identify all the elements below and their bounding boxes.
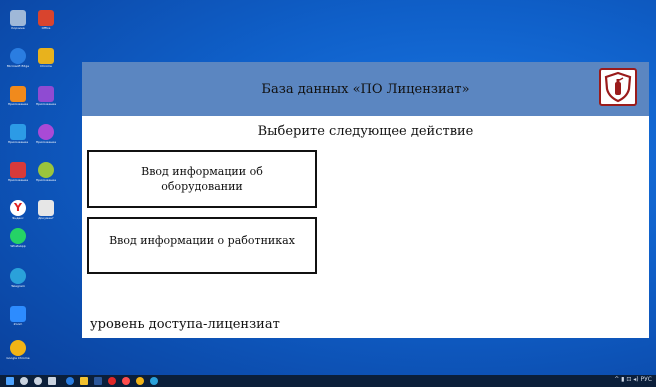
enter-employees-label: Ввод информации о работниках — [109, 234, 295, 247]
enter-equipment-label: Ввод информации об оборудовании — [141, 165, 263, 193]
zoom-icon[interactable]: Zoom — [6, 306, 30, 326]
recycle-bin-icon[interactable]: Корзина — [6, 10, 30, 30]
app-lime-icon[interactable]: Приложение — [34, 162, 58, 182]
word-icon[interactable] — [94, 377, 102, 385]
license-db-window: База данных «ПО Лицензиат» Выберите след… — [82, 62, 649, 338]
opera-icon[interactable] — [108, 377, 116, 385]
app-header: База данных «ПО Лицензиат» — [82, 62, 649, 116]
yandex-taskbar-icon[interactable] — [122, 377, 130, 385]
chrome-taskbar-icon[interactable] — [136, 377, 144, 385]
yandex-icon[interactable]: Y Яндекс — [6, 200, 30, 220]
whatsapp-icon[interactable]: WhatsApp — [6, 228, 30, 248]
telegram-taskbar-icon[interactable] — [150, 377, 158, 385]
cortana-icon[interactable] — [34, 377, 42, 385]
app-purple-icon[interactable]: Приложение — [34, 86, 58, 106]
doc-icon[interactable]: Документ — [34, 200, 58, 220]
access-level-text: уровень доступа-лицензиат — [90, 317, 280, 332]
app-red-icon[interactable]: Приложение — [6, 162, 30, 182]
edge-taskbar-icon[interactable] — [66, 377, 74, 385]
enter-equipment-button[interactable]: Ввод информации об оборудовании — [87, 150, 317, 208]
app-title: База данных «ПО Лицензиат» — [261, 82, 470, 97]
enter-employees-button[interactable]: Ввод информации о работниках — [87, 217, 317, 274]
edge-icon[interactable]: Microsoft Edge — [6, 48, 30, 68]
start-icon[interactable] — [6, 377, 14, 385]
chrome-doc-icon[interactable]: Chrome — [34, 48, 58, 68]
app-orange-icon[interactable]: Приложение — [6, 86, 30, 106]
search-icon[interactable] — [20, 377, 28, 385]
taskbar: ^ ▮ ⊡ ◂) РУС — [0, 375, 656, 387]
action-prompt: Выберите следующее действие — [257, 124, 474, 139]
explorer-icon[interactable] — [80, 377, 88, 385]
taskview-icon[interactable] — [48, 377, 56, 385]
office-icon[interactable]: Office — [34, 10, 58, 30]
telegram-icon[interactable]: Telegram — [6, 268, 30, 288]
app-blue-icon[interactable]: Приложение — [6, 124, 30, 144]
fire-extinguisher-shield-icon — [599, 68, 637, 106]
app-violet-icon[interactable]: Приложение — [34, 124, 58, 144]
chrome-icon[interactable]: Google Chrome — [6, 340, 30, 360]
system-tray[interactable]: ^ ▮ ⊡ ◂) РУС — [614, 376, 652, 383]
